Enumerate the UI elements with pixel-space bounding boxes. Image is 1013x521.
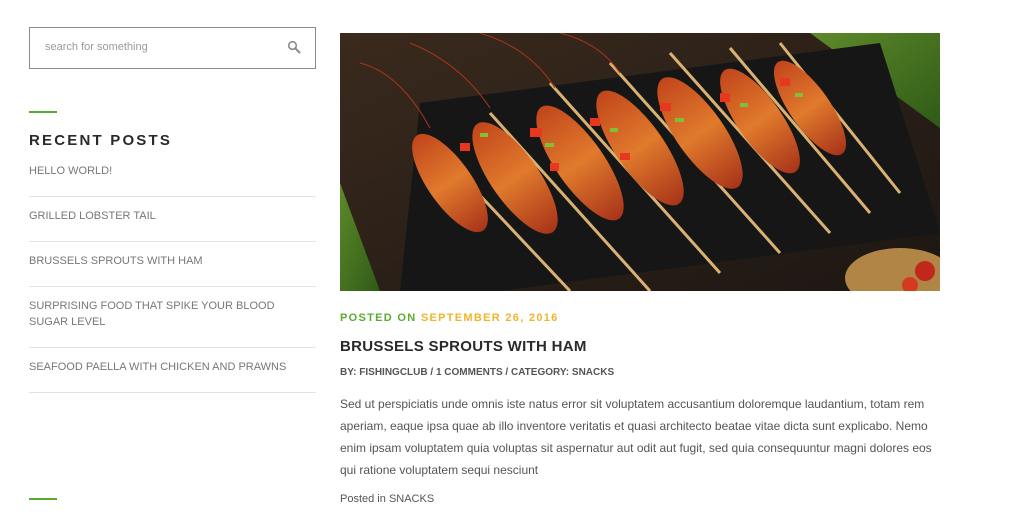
recent-post-link[interactable]: BRUSSELS SPROUTS WITH HAM <box>29 253 316 269</box>
list-item: SEAFOOD PAELLA WITH CHICKEN AND PRAWNS <box>29 348 316 393</box>
posted-in-category-link[interactable]: SNACKS <box>389 493 434 505</box>
posted-in: Posted in SNACKS <box>340 493 940 505</box>
post-date[interactable]: SEPTEMBER 26, 2016 <box>421 312 559 324</box>
recent-posts-title: RECENT POSTS <box>29 132 173 149</box>
search-icon[interactable] <box>287 40 301 54</box>
recent-post-link[interactable]: SURPRISING FOOD THAT SPIKE YOUR BLOOD SU… <box>29 298 316 330</box>
post-title[interactable]: BRUSSELS SPROUTS WITH HAM <box>340 338 940 355</box>
author-link[interactable]: FISHINGCLUB <box>359 367 427 378</box>
widget-accent-bar <box>29 498 57 500</box>
list-item: SURPRISING FOOD THAT SPIKE YOUR BLOOD SU… <box>29 287 316 348</box>
recent-post-link[interactable]: SEAFOOD PAELLA WITH CHICKEN AND PRAWNS <box>29 359 316 375</box>
posted-on-label: POSTED ON <box>340 312 417 324</box>
search-box <box>29 27 316 69</box>
comments-link[interactable]: 1 COMMENTS <box>436 367 503 378</box>
byline-prefix: BY: <box>340 367 357 378</box>
list-item: BRUSSELS SPROUTS WITH HAM <box>29 242 316 287</box>
list-item: GRILLED LOBSTER TAIL <box>29 197 316 242</box>
recent-post-link[interactable]: HELLO WORLD! <box>29 163 316 179</box>
recent-posts-list: HELLO WORLD! GRILLED LOBSTER TAIL BRUSSE… <box>29 163 316 393</box>
post-featured-image[interactable] <box>340 33 940 291</box>
category-link[interactable]: SNACKS <box>572 367 614 378</box>
sidebar: RECENT POSTS HELLO WORLD! GRILLED LOBSTE… <box>29 27 316 500</box>
search-input[interactable] <box>30 28 275 66</box>
posted-in-label: Posted in <box>340 493 386 505</box>
post-byline: BY: FISHINGCLUB / 1 COMMENTS / CATEGORY:… <box>340 367 940 378</box>
recent-post-link[interactable]: GRILLED LOBSTER TAIL <box>29 208 316 224</box>
widget-accent-bar <box>29 111 57 113</box>
category-prefix: CATEGORY: <box>510 367 570 378</box>
post-article: POSTED ON SEPTEMBER 26, 2016 BRUSSELS SP… <box>340 33 940 505</box>
post-date-meta: POSTED ON SEPTEMBER 26, 2016 <box>340 312 940 324</box>
list-item: HELLO WORLD! <box>29 163 316 197</box>
post-excerpt: Sed ut perspiciatis unde omnis iste natu… <box>340 397 932 477</box>
